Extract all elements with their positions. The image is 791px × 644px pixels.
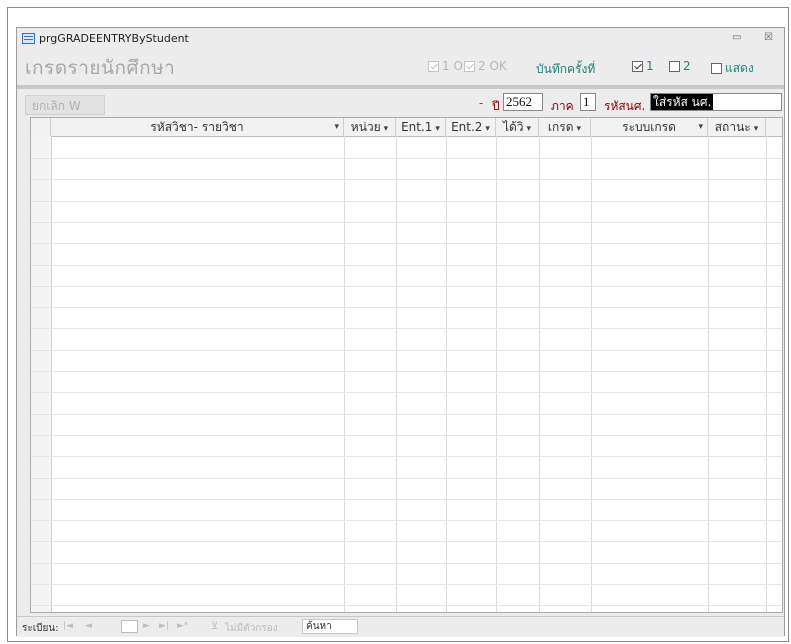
student-id-label: รหัสนศ. xyxy=(604,99,646,113)
round1-checkbox[interactable] xyxy=(632,60,643,72)
grid-row-line xyxy=(31,498,782,500)
grid-row-line xyxy=(31,264,782,266)
col-header-grade[interactable]: เกรด ▾ xyxy=(539,118,591,136)
grid-row-line xyxy=(31,200,782,202)
col-label-ent1: Ent.1 xyxy=(401,120,433,134)
round2-option[interactable]: 2 xyxy=(669,59,691,73)
record-label: ระเบียน: xyxy=(22,623,59,634)
search-input[interactable]: ค้นหา xyxy=(302,619,358,634)
grid-row-line xyxy=(31,221,782,223)
grid-row-line xyxy=(31,328,782,330)
student-id-value: ใส่รหัส นศ. xyxy=(651,94,714,110)
round2-label: 2 xyxy=(683,59,691,73)
grid-row-line xyxy=(31,371,782,372)
ok2-option: 2 OK xyxy=(464,59,507,73)
round2-checkbox[interactable] xyxy=(669,60,680,72)
record-navigation-bar: ระเบียน: |◄ ◄ ► ►| ►* ⊻ ไม่มีตัวกรอง ค้น… xyxy=(17,616,784,637)
year-label: ปี xyxy=(492,99,500,113)
col-label-grade: เกรด xyxy=(547,120,574,134)
col-label-course: รหัสวิชา- รายวิชา xyxy=(150,120,244,134)
close-icon[interactable]: ☒ xyxy=(764,32,773,43)
col-dropdown-icon[interactable]: ▾ xyxy=(334,118,339,136)
title-bar: prgGRADEENTRYByStudent ▭ ☒ xyxy=(17,28,784,49)
grid-header-row: รหัสวิชา- รายวิชา ▾ หน่วย ▾ Ent.1 ▾ Ent.2 ▾ … xyxy=(31,118,782,137)
round1-option[interactable]: 1 xyxy=(632,59,654,73)
col-dropdown-icon[interactable]: ▾ xyxy=(698,118,703,136)
round1-label: 1 xyxy=(646,59,654,73)
col-dropdown-icon[interactable]: ▾ xyxy=(754,124,759,134)
new-record-icon[interactable]: ►* xyxy=(177,621,188,631)
col-header-status[interactable]: สถานะ ▾ xyxy=(708,118,766,136)
col-header-course[interactable]: รหัสวิชา- รายวิชา ▾ xyxy=(51,118,344,136)
filter-bar: ยกเลิก W - ปี 2562 ภาค 1 รหัสนศ. ใส่รหัส… xyxy=(17,89,784,117)
grid-row-line xyxy=(31,392,782,394)
ok2-label: 2 OK xyxy=(478,59,507,73)
grid-row-line xyxy=(31,520,782,522)
next-record-icon[interactable]: ► xyxy=(143,621,150,631)
current-record-field[interactable] xyxy=(121,620,138,633)
cancel-w-button[interactable]: ยกเลิก W xyxy=(25,95,105,115)
grid-row-line xyxy=(31,584,782,585)
ok1-checkbox xyxy=(428,60,439,72)
term-field[interactable]: 1 xyxy=(580,93,596,111)
col-label-status: สถานะ xyxy=(714,120,751,134)
grid-row-line xyxy=(31,243,782,245)
grid-row-line xyxy=(31,285,782,287)
save-round-label: บันทึกครั้งที่ xyxy=(536,62,596,76)
grid-row-line xyxy=(31,179,782,181)
form-icon xyxy=(22,33,35,44)
col-header-grade-system[interactable]: ระบบเกรด ▾ xyxy=(591,118,708,136)
form-header: เกรดรายนักศึกษา 1 OK 2 OK บันทึกครั้งที่… xyxy=(17,49,784,85)
show-checkbox[interactable] xyxy=(711,63,722,74)
grid-row-line xyxy=(31,605,782,607)
grid-row-line xyxy=(31,413,782,415)
col-dropdown-icon[interactable]: ▾ xyxy=(527,124,532,134)
col-dropdown-icon[interactable]: ▾ xyxy=(577,124,582,134)
grid-row-line xyxy=(31,158,782,159)
datasheet-grid[interactable]: รหัสวิชา- รายวิชา ▾ หน่วย ▾ Ent.1 ▾ Ent.2 ▾ … xyxy=(30,117,783,613)
grid-row-line xyxy=(31,477,782,479)
col-dropdown-icon[interactable]: ▾ xyxy=(384,124,389,134)
select-all-corner[interactable] xyxy=(31,118,51,136)
col-label-ent2: Ent.2 xyxy=(451,120,483,134)
term-label: ภาค xyxy=(551,99,574,113)
first-record-icon[interactable]: |◄ xyxy=(63,621,73,631)
filter-dash: - xyxy=(479,96,484,110)
show-label: แสดง xyxy=(725,61,754,75)
no-filter-label[interactable]: ไม่มีตัวกรอง xyxy=(225,621,278,636)
window-title: prgGRADEENTRYByStudent xyxy=(39,32,189,45)
funnel-x-icon[interactable]: ⊻ xyxy=(211,621,218,632)
col-header-score[interactable]: ได้วิ ▾ xyxy=(496,118,539,136)
minimize-icon[interactable]: ▭ xyxy=(732,32,741,43)
ok2-checkbox xyxy=(464,60,475,72)
student-id-field[interactable]: ใส่รหัส นศ. xyxy=(650,93,782,111)
grid-row-line xyxy=(31,541,782,543)
grid-row-line xyxy=(31,434,782,436)
prev-record-icon[interactable]: ◄ xyxy=(85,621,92,631)
col-label-grade-system: ระบบเกรด xyxy=(622,120,676,134)
show-option[interactable]: แสดง xyxy=(711,59,754,78)
col-header-ent1[interactable]: Ent.1 ▾ xyxy=(396,118,446,136)
col-header-unit[interactable]: หน่วย ▾ xyxy=(344,118,396,136)
col-label-unit: หน่วย xyxy=(350,120,381,134)
col-dropdown-icon[interactable]: ▾ xyxy=(435,124,440,134)
col-dropdown-icon[interactable]: ▾ xyxy=(485,124,490,134)
year-field[interactable]: 2562 xyxy=(503,93,543,111)
grid-row-line xyxy=(31,349,782,351)
col-header-ent2[interactable]: Ent.2 ▾ xyxy=(446,118,496,136)
col-label-score: ได้วิ xyxy=(502,120,524,134)
grid-row-line xyxy=(31,307,782,309)
page-title: เกรดรายนักศึกษา xyxy=(25,57,176,79)
grid-row-line xyxy=(31,456,782,458)
last-record-icon[interactable]: ►| xyxy=(159,621,169,631)
grid-row-line xyxy=(31,562,782,564)
